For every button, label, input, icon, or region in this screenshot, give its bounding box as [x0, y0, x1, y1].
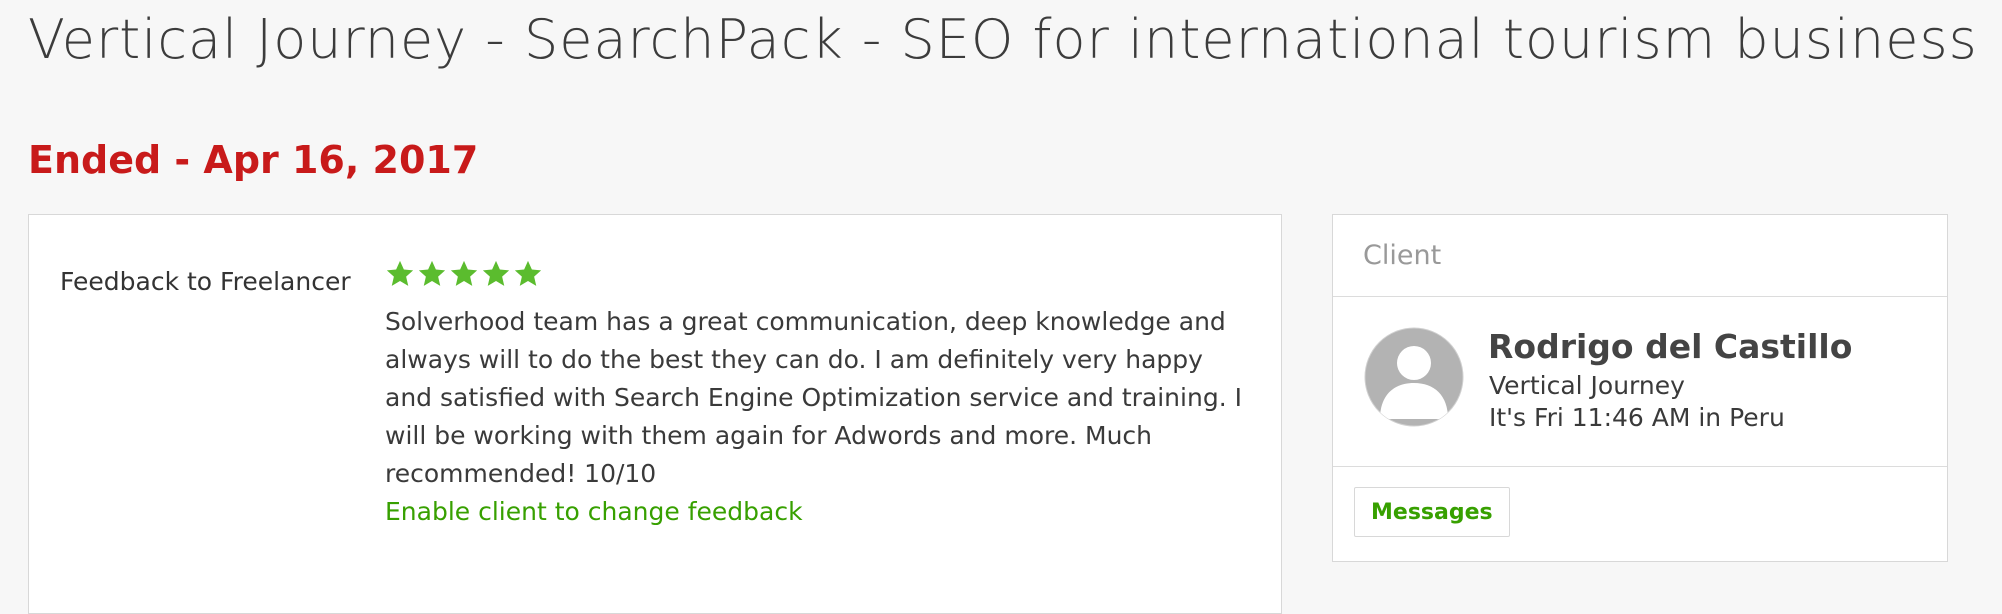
star-icon — [386, 260, 414, 286]
client-local-time: It's Fri 11:46 AM in Peru — [1489, 403, 1785, 432]
client-actions: Messages — [1333, 467, 1947, 561]
star-icon — [482, 260, 510, 286]
star-icon — [514, 260, 542, 286]
client-card: Client Rodrigo del Castillo Vertical Jou… — [1332, 214, 1948, 562]
page-title: Vertical Journey - SearchPack - SEO for … — [28, 8, 1978, 71]
contract-status: Ended - Apr 16, 2017 — [28, 138, 479, 182]
default-user-avatar-icon — [1364, 327, 1464, 427]
client-info: Rodrigo del Castillo Vertical Journey It… — [1333, 297, 1947, 467]
feedback-label: Feedback to Freelancer — [60, 267, 351, 296]
messages-button[interactable]: Messages — [1354, 487, 1510, 537]
client-company: Vertical Journey — [1489, 371, 1685, 400]
star-rating — [385, 259, 543, 289]
client-name: Rodrigo del Castillo — [1488, 327, 1853, 366]
client-section-header: Client — [1333, 215, 1947, 297]
enable-change-feedback-link[interactable]: Enable client to change feedback — [385, 497, 803, 526]
star-icon — [418, 260, 446, 286]
feedback-text: Solverhood team has a great communicatio… — [385, 307, 1242, 488]
feedback-card: Feedback to Freelancer Solverhood team h… — [28, 214, 1282, 614]
star-icon — [450, 260, 478, 286]
